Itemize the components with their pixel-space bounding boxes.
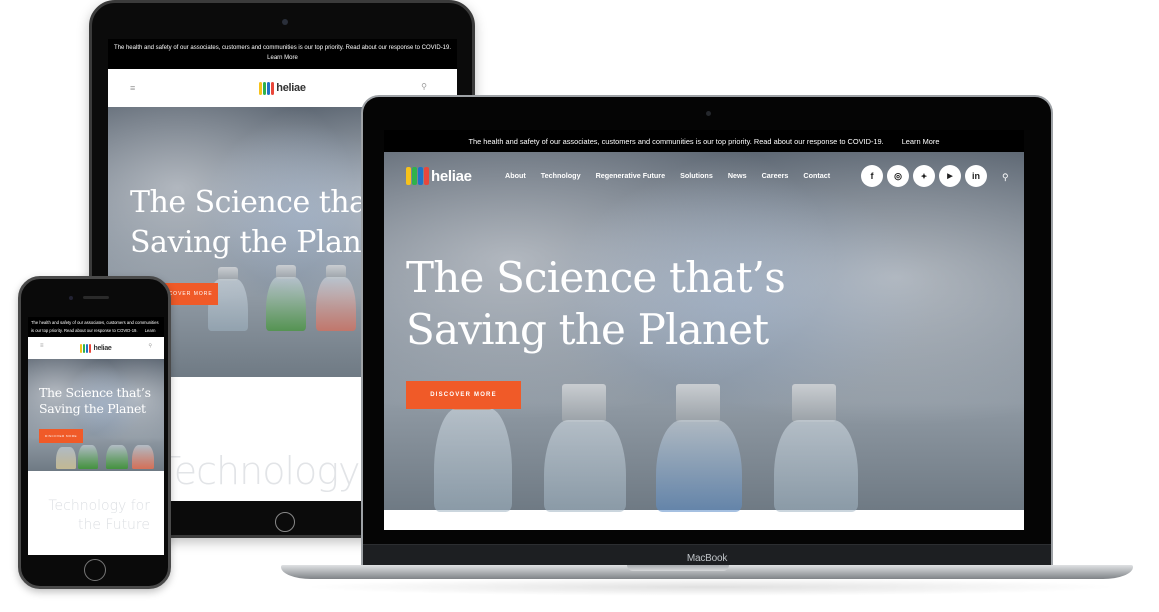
- heliae-logo[interactable]: heliae: [259, 81, 306, 95]
- learn-more-link[interactable]: Learn More: [110, 53, 455, 63]
- discover-more-button[interactable]: DISCOVER MORE: [406, 381, 521, 409]
- hero-section: heliae About Technology Regenerative Fut…: [384, 152, 1024, 512]
- banner-text: The health and safety of our associates,…: [31, 320, 159, 333]
- social-links: f ◎ ✦ ▶ in: [861, 165, 987, 187]
- phone-camera: [69, 296, 73, 300]
- hero-section: The Science that’s Saving the Planet DIS…: [28, 359, 164, 471]
- twitter-icon[interactable]: ✦: [913, 165, 935, 187]
- laptop-base: [281, 565, 1133, 579]
- logo-wordmark: heliae: [276, 82, 306, 94]
- search-icon[interactable]: ⚲: [421, 82, 427, 91]
- hero-title: The Science that’s Saving the Planet: [39, 385, 151, 416]
- nav-item-news[interactable]: News: [728, 171, 747, 180]
- logo-mark-icon: [80, 343, 92, 353]
- nav-item-technology[interactable]: Technology: [541, 171, 581, 180]
- linkedin-icon[interactable]: in: [965, 165, 987, 187]
- search-icon[interactable]: ⚲: [148, 343, 152, 349]
- hamburger-menu-icon[interactable]: ≡: [40, 343, 44, 349]
- discover-more-button[interactable]: DISCOVER MORE: [39, 429, 83, 443]
- laptop-camera: [706, 111, 711, 116]
- phone-device: The health and safety of our associates,…: [18, 276, 171, 589]
- learn-more-link[interactable]: Learn More: [902, 137, 940, 146]
- tablet-camera: [282, 19, 288, 25]
- nav-item-careers[interactable]: Careers: [762, 171, 789, 180]
- logo-wordmark: heliae: [93, 344, 112, 352]
- nav-item-solutions[interactable]: Solutions: [680, 171, 713, 180]
- device-mockup-stage: The health and safety of our associates,…: [0, 0, 1159, 612]
- covid-banner: The health and safety of our associates,…: [384, 130, 1024, 152]
- logo-mark-icon: [259, 81, 275, 95]
- banner-text: The health and safety of our associates,…: [113, 45, 452, 51]
- laptop-label: MacBook: [686, 553, 728, 564]
- logo-wordmark: heliae: [431, 167, 472, 185]
- main-nav: heliae About Technology Regenerative Fut…: [384, 152, 1024, 202]
- nav-item-regenerative-future[interactable]: Regenerative Future: [596, 171, 666, 180]
- hero-title: The Science that’s Saving the Planet: [406, 253, 786, 354]
- facebook-icon[interactable]: f: [861, 165, 883, 187]
- heliae-logo[interactable]: heliae: [80, 343, 112, 353]
- laptop-screen: The health and safety of our associates,…: [384, 130, 1024, 530]
- search-icon[interactable]: ⚲: [1002, 172, 1009, 183]
- hamburger-menu-icon[interactable]: ≡: [130, 83, 135, 93]
- banner-text: The health and safety of our associates,…: [468, 136, 884, 146]
- phone-screen: The health and safety of our associates,…: [28, 317, 164, 555]
- tablet-home-button: [275, 512, 295, 532]
- covid-banner: The health and safety of our associates,…: [28, 317, 164, 341]
- instagram-icon[interactable]: ◎: [887, 165, 909, 187]
- heliae-logo[interactable]: heliae: [406, 167, 472, 185]
- nav-item-contact[interactable]: Contact: [803, 171, 830, 180]
- nav-links: About Technology Regenerative Future Sol…: [505, 171, 845, 180]
- laptop-shadow: [300, 578, 1120, 596]
- logo-mark-icon: [406, 167, 429, 185]
- covid-banner: The health and safety of our associates,…: [108, 39, 457, 69]
- laptop-notch: [627, 565, 729, 571]
- nav-item-about[interactable]: About: [505, 171, 526, 180]
- section-heading: Technology for the Future: [48, 498, 150, 533]
- youtube-icon[interactable]: ▶: [939, 165, 961, 187]
- phone-home-button: [84, 559, 106, 581]
- section-heading: Technology: [158, 449, 361, 493]
- phone-nav: ≡ heliae ⚲: [28, 337, 164, 359]
- phone-speaker: [83, 296, 109, 299]
